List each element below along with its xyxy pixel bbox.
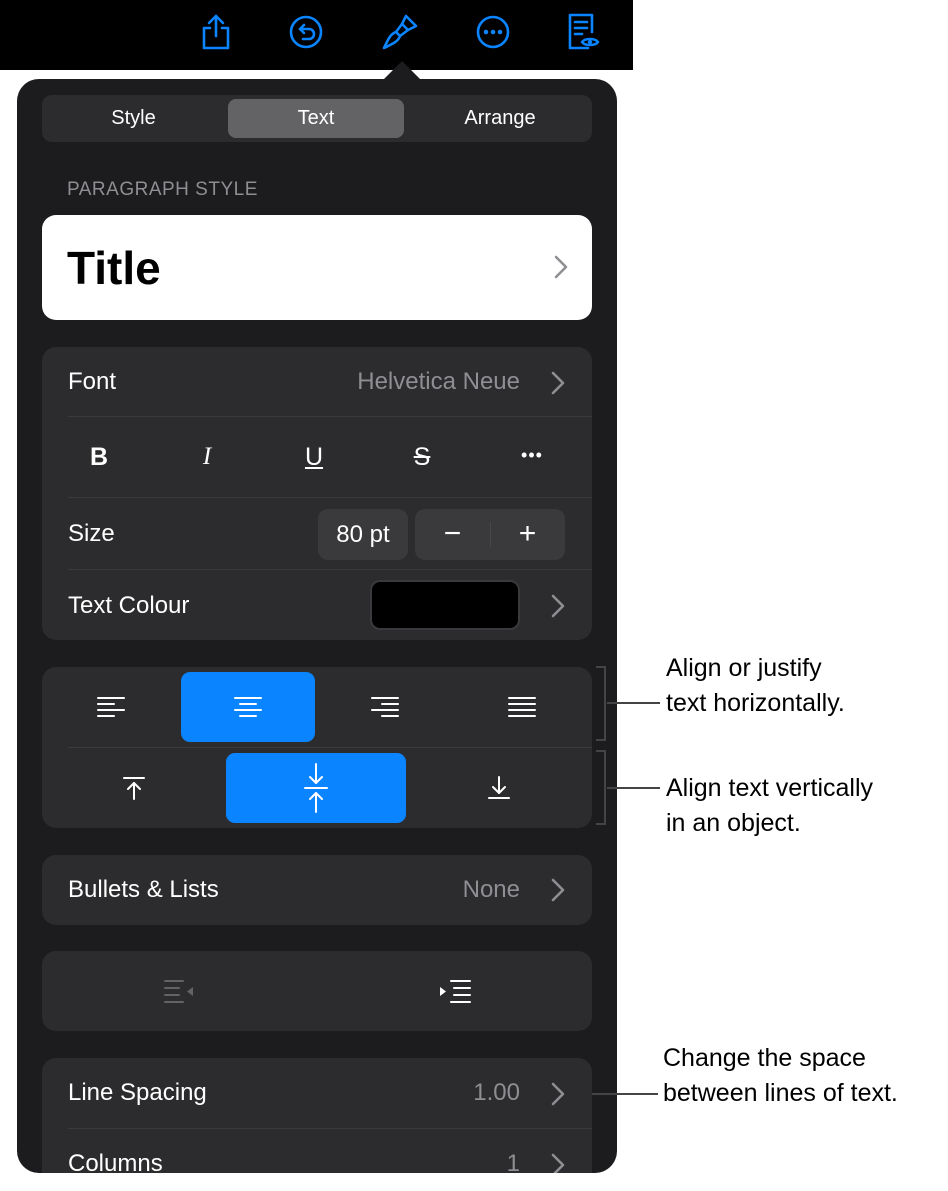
spacing-group: Line Spacing 1.00 Columns 1 bbox=[42, 1058, 592, 1173]
text-colour-row[interactable]: Text Colour bbox=[42, 570, 592, 640]
increase-indent-icon bbox=[439, 980, 471, 1003]
popover-arrow bbox=[384, 61, 420, 79]
tab-style[interactable]: Style bbox=[46, 99, 221, 138]
callout-vertical-align: Align text vertically in an object. bbox=[666, 771, 873, 841]
size-decrease-button[interactable]: − bbox=[415, 509, 490, 560]
paragraph-style-header: PARAGRAPH STYLE bbox=[67, 179, 258, 200]
justify-icon bbox=[508, 697, 536, 717]
bold-button[interactable]: B bbox=[69, 435, 129, 479]
tab-text[interactable]: Text bbox=[228, 99, 404, 138]
text-colour-swatch[interactable] bbox=[370, 580, 520, 630]
text-colour-label: Text Colour bbox=[68, 592, 190, 619]
horizontal-align-leader bbox=[607, 702, 660, 704]
more-text-options-button[interactable]: ••• bbox=[502, 433, 562, 477]
callout-horizontal-line1: Align or justify bbox=[666, 654, 822, 682]
size-stepper: − + bbox=[415, 509, 565, 560]
columns-row[interactable]: Columns 1 bbox=[42, 1129, 592, 1173]
separator bbox=[68, 497, 592, 498]
tab-segmented-control: Style Text Arrange bbox=[42, 95, 592, 142]
align-top-icon bbox=[123, 777, 145, 800]
align-bottom-icon bbox=[488, 776, 510, 799]
callout-line-spacing: Change the space between lines of text. bbox=[663, 1041, 898, 1111]
justify-button[interactable] bbox=[452, 667, 592, 747]
chevron-right-icon bbox=[551, 1153, 565, 1173]
align-left-button[interactable] bbox=[42, 667, 179, 747]
bullets-label: Bullets & Lists bbox=[68, 876, 219, 903]
paintbrush-icon[interactable] bbox=[378, 10, 422, 54]
more-icon[interactable] bbox=[471, 10, 515, 54]
toolbar bbox=[0, 0, 633, 70]
font-group: Font Helvetica Neue B I U S ••• Size 80 … bbox=[42, 347, 592, 640]
align-bottom-button[interactable] bbox=[406, 748, 592, 828]
align-center-icon bbox=[234, 697, 262, 717]
reader-view-icon[interactable] bbox=[560, 10, 604, 54]
italic-button[interactable]: I bbox=[177, 435, 237, 479]
callout-spacing-line2: between lines of text. bbox=[663, 1079, 898, 1107]
font-label: Font bbox=[68, 368, 117, 395]
callout-horizontal-line2: text horizontally. bbox=[666, 689, 845, 717]
chevron-right-icon bbox=[551, 594, 565, 618]
font-value: Helvetica Neue bbox=[357, 368, 520, 395]
align-right-icon bbox=[370, 697, 399, 717]
columns-label: Columns bbox=[68, 1150, 163, 1173]
indent-group bbox=[42, 951, 592, 1031]
columns-value: 1 bbox=[506, 1150, 520, 1173]
underline-button[interactable]: U bbox=[284, 435, 344, 479]
size-increase-button[interactable]: + bbox=[490, 509, 565, 560]
increase-indent-button[interactable] bbox=[317, 951, 592, 1031]
callout-horizontal-align: Align or justify text horizontally. bbox=[666, 651, 845, 721]
callout-spacing-line1: Change the space bbox=[663, 1044, 866, 1072]
line-spacing-leader bbox=[592, 1093, 658, 1095]
chevron-right-icon bbox=[551, 371, 565, 395]
vertical-align-leader bbox=[607, 787, 660, 789]
callout-vertical-line1: Align text vertically bbox=[666, 774, 874, 802]
paragraph-style-button[interactable]: Title bbox=[42, 215, 592, 320]
strikethrough-button[interactable]: S bbox=[392, 435, 452, 479]
alignment-group bbox=[42, 667, 592, 828]
line-spacing-value: 1.00 bbox=[473, 1079, 520, 1106]
line-spacing-row[interactable]: Line Spacing 1.00 bbox=[42, 1058, 592, 1128]
vertical-align-bracket bbox=[596, 750, 606, 825]
callout-vertical-line2: in an object. bbox=[666, 809, 801, 837]
align-top-button[interactable] bbox=[42, 748, 226, 828]
undo-icon[interactable] bbox=[284, 10, 328, 54]
format-popover: Style Text Arrange PARAGRAPH STYLE Title… bbox=[17, 79, 617, 1173]
align-center-button[interactable] bbox=[181, 672, 315, 742]
line-spacing-label: Line Spacing bbox=[68, 1079, 207, 1106]
chevron-right-icon bbox=[551, 878, 565, 902]
align-middle-icon bbox=[304, 763, 328, 813]
font-row[interactable]: Font Helvetica Neue bbox=[42, 347, 592, 417]
chevron-right-icon bbox=[551, 1082, 565, 1106]
separator bbox=[68, 416, 592, 417]
decrease-indent-button[interactable] bbox=[42, 951, 317, 1031]
size-label: Size bbox=[68, 520, 115, 547]
share-icon[interactable] bbox=[194, 10, 238, 54]
chevron-right-icon bbox=[554, 255, 568, 279]
align-left-icon bbox=[96, 697, 125, 717]
tab-arrange[interactable]: Arrange bbox=[412, 99, 588, 138]
size-value-field[interactable]: 80 pt bbox=[318, 509, 408, 560]
paragraph-style-value: Title bbox=[67, 242, 161, 294]
horizontal-align-bracket bbox=[596, 666, 606, 741]
align-right-button[interactable] bbox=[317, 667, 452, 747]
bullets-lists-row[interactable]: Bullets & Lists None bbox=[42, 855, 592, 925]
bullets-value: None bbox=[462, 876, 520, 903]
align-middle-button[interactable] bbox=[226, 753, 406, 823]
decrease-indent-icon bbox=[163, 980, 193, 1003]
